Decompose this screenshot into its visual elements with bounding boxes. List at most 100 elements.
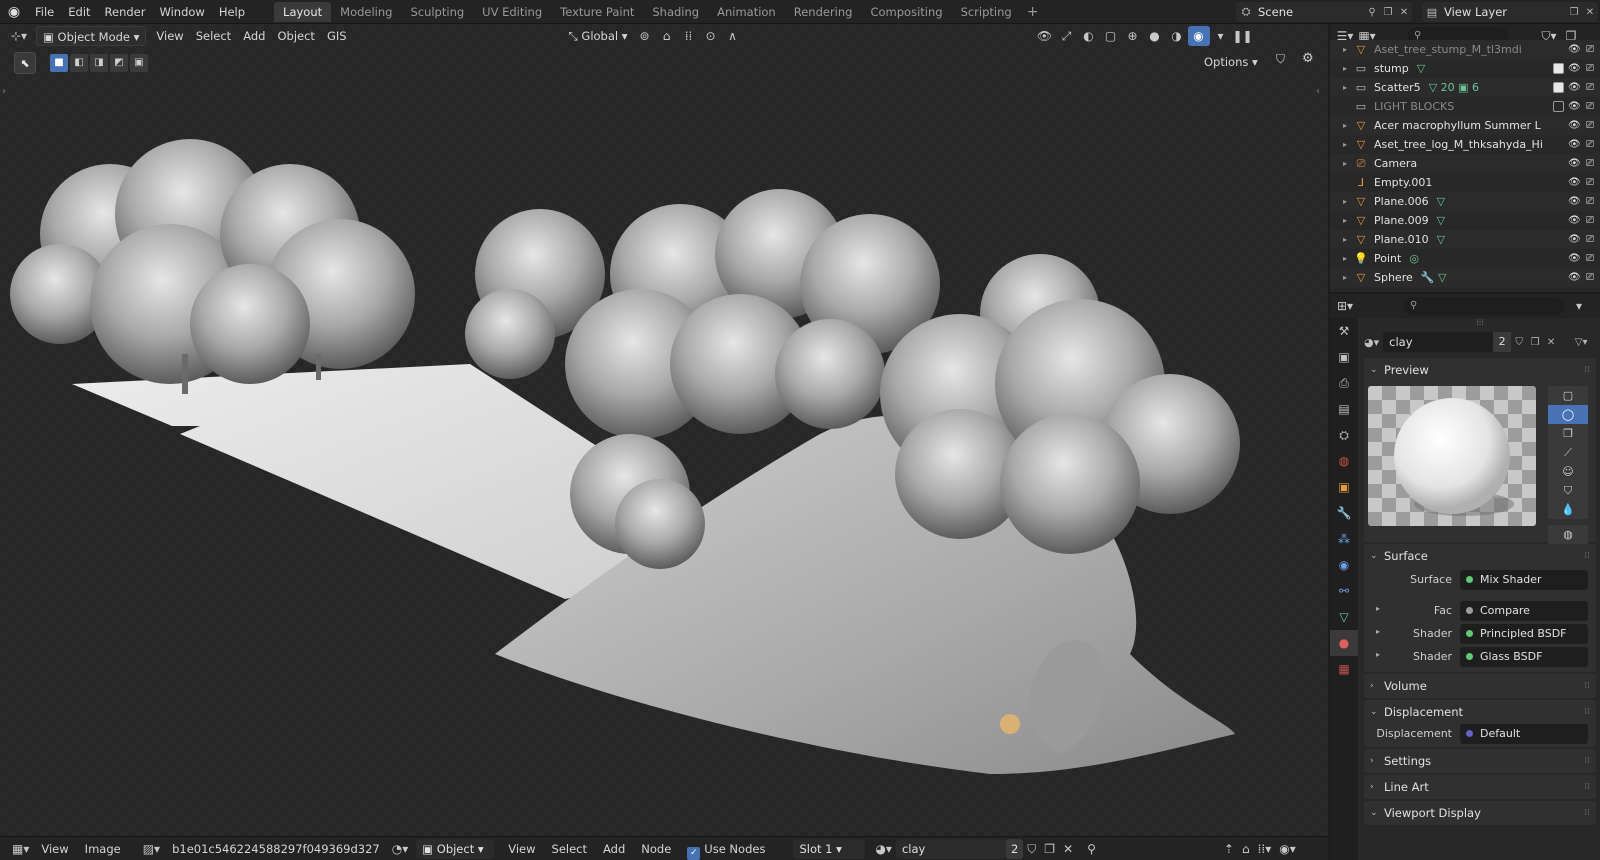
disclosure-arrow-icon[interactable]: ▸ [1338, 140, 1352, 149]
outliner-item-name[interactable]: Acer macrophyllum Summer L [1374, 119, 1541, 132]
displacement-panel-header[interactable]: ⌄ Displacement ⁞⁞ [1364, 700, 1596, 724]
slot-type-icon[interactable]: ◔▾ [388, 837, 413, 860]
outliner-row[interactable]: ▸ ▽ Plane.006 ▽ 👁 ⎚ [1330, 192, 1600, 211]
camera-render-icon[interactable]: ⎚ [1584, 177, 1596, 188]
wireframe-shading-icon[interactable]: ⊕ [1122, 26, 1144, 46]
image-browse-icon[interactable]: ▨▾ [139, 837, 164, 860]
outliner-row[interactable]: ▸ ▽ Aset_tree_log_M_thksahyda_Hi 👁 ⎚ [1330, 135, 1600, 154]
object-tab-icon[interactable]: ▣ [1330, 474, 1358, 500]
camera-render-icon[interactable]: ⎚ [1584, 234, 1596, 245]
viewport-menu-object[interactable]: Object [271, 26, 320, 46]
disclosure-arrow-icon[interactable]: ▸ [1338, 64, 1352, 73]
snap-icon[interactable]: ⌂ [656, 26, 678, 46]
image-name[interactable]: b1e01c546224588297f049369d327 [164, 837, 388, 860]
disclosure-arrow-icon[interactable]: ▸ [1338, 216, 1352, 225]
grip-icon[interactable]: ⁞⁞ [1584, 700, 1590, 724]
proportional-edit-icon[interactable]: ⊙ [700, 26, 722, 46]
outliner-item-name[interactable]: Camera [1374, 157, 1417, 170]
viewport-menu-add[interactable]: Add [237, 26, 271, 46]
pause-render-icon[interactable]: ❚❚ [1232, 26, 1254, 46]
outliner-row[interactable]: ▸ ▽ Plane.010 ▽ 👁 ⎚ [1330, 230, 1600, 249]
disclosure-arrow-icon[interactable]: ▸ [1338, 121, 1352, 130]
material-field[interactable]: clay [895, 838, 1006, 859]
preview-hair-icon[interactable]: ⟋ [1548, 443, 1588, 462]
overlay-icon[interactable]: ◐ [1078, 26, 1100, 46]
world-tab-icon[interactable]: ◍ [1330, 448, 1358, 474]
disclosure-arrow-icon[interactable]: ▸ [1376, 627, 1380, 636]
disclosure-arrow-icon[interactable]: ▸ [1376, 650, 1380, 659]
tab-sculpting[interactable]: Sculpting [401, 2, 473, 22]
disclosure-arrow-icon[interactable]: ▸ [1338, 254, 1352, 263]
scene-name[interactable]: Scene [1256, 5, 1364, 19]
node-menu-view[interactable]: View [500, 837, 543, 860]
preview-panel-header[interactable]: ⌄ Preview ⁞⁞ [1364, 358, 1596, 382]
duplicate-icon[interactable]: ❐ [1380, 7, 1396, 18]
slot-selector[interactable]: Slot 1 ▾ [793, 838, 866, 859]
shading-options-icon[interactable]: ▾ [1210, 26, 1232, 46]
data-icon[interactable]: ▽ [1437, 195, 1445, 208]
add-workspace-icon[interactable]: + [1021, 4, 1045, 20]
outliner-row[interactable]: ▭ LIGHT BLOCKS 👁 ⎚ [1330, 97, 1600, 116]
view-layer-selector[interactable]: ▤ View Layer ❐ ✕ [1422, 2, 1598, 22]
object-selector[interactable]: ▣ Object ▾ [416, 838, 495, 859]
material-users-count[interactable]: 2 [1005, 838, 1024, 859]
pin-icon[interactable]: ⚲ [1364, 7, 1380, 18]
viewport-display-panel-header[interactable]: ⌄ Viewport Display ⁞⁞ [1364, 801, 1596, 825]
node-tree-icon[interactable]: ▽▾ [1573, 337, 1589, 348]
data-icon[interactable]: 🔧 ▽ [1421, 271, 1447, 284]
material-name-field[interactable]: clay [1383, 332, 1494, 352]
camera-render-icon[interactable]: ⎚ [1584, 44, 1596, 55]
material-users-count[interactable]: 2 [1493, 332, 1512, 352]
preview-sphere-large-icon[interactable]: 💧 [1548, 500, 1588, 519]
tab-compositing[interactable]: Compositing [861, 2, 951, 22]
pivot-icon[interactable]: ⊚ [634, 26, 656, 46]
menu-render[interactable]: Render [98, 0, 153, 24]
grip-icon[interactable]: ⁞⁞ [1584, 801, 1590, 825]
surface-row-value[interactable]: Principled BSDF [1460, 623, 1588, 644]
exclude-checkbox[interactable] [1553, 63, 1564, 74]
camera-render-icon[interactable]: ⎚ [1584, 82, 1596, 93]
fake-user-icon[interactable]: ⛉ [1511, 337, 1527, 348]
fake-user-icon[interactable]: ⛉ [1023, 837, 1040, 860]
image-menu-view[interactable]: View [33, 837, 76, 860]
material-shading-icon[interactable]: ◑ [1166, 26, 1188, 46]
data-icon[interactable]: ◎ [1409, 252, 1419, 265]
outliner-row[interactable]: ▸ ▭ Scatter5 ▽ 20 ▣ 6 👁 ⎚ [1330, 78, 1600, 97]
eye-icon[interactable]: 👁 [1568, 234, 1581, 245]
grip-icon[interactable]: ⁞⁞ [1584, 775, 1590, 799]
camera-render-icon[interactable]: ⎚ [1584, 215, 1596, 226]
outliner-item-name[interactable]: LIGHT BLOCKS [1374, 100, 1454, 113]
tab-modeling[interactable]: Modeling [331, 2, 401, 22]
camera-render-icon[interactable]: ⎚ [1584, 101, 1596, 112]
scene-selector[interactable]: ⛭ Scene ⚲ ❐ ✕ [1236, 2, 1412, 22]
camera-render-icon[interactable]: ⎚ [1584, 63, 1596, 74]
exclude-checkbox[interactable] [1553, 101, 1564, 112]
displacement-value[interactable]: Default [1460, 723, 1588, 744]
disclosure-arrow-icon[interactable]: ▸ [1338, 159, 1352, 168]
constraints-tab-icon[interactable]: ⚯ [1330, 578, 1358, 604]
settings-panel-header[interactable]: › Settings ⁞⁞ [1364, 749, 1596, 773]
eye-icon[interactable]: 👁 [1568, 158, 1581, 169]
unlink-icon[interactable]: ✕ [1059, 837, 1077, 860]
exclude-checkbox[interactable] [1553, 82, 1564, 93]
outliner-item-name[interactable]: Plane.006 [1374, 195, 1429, 208]
data-icon[interactable]: ▽ 20 ▣ 6 [1429, 81, 1479, 94]
view-layer-name[interactable]: View Layer [1442, 5, 1566, 19]
outliner-item-name[interactable]: Point [1374, 252, 1401, 265]
disclosure-arrow-icon[interactable]: ▸ [1338, 235, 1352, 244]
grip-icon[interactable]: ⁞⁞ [1584, 358, 1590, 382]
duplicate-icon[interactable]: ❐ [1040, 837, 1059, 860]
node-menu-node[interactable]: Node [633, 837, 679, 860]
outliner-row[interactable]: ⅃ Empty.001 👁 ⎚ [1330, 173, 1600, 192]
view-layer-tab-icon[interactable]: ▤ [1330, 396, 1358, 422]
preview-cube-icon[interactable]: ❒ [1548, 424, 1588, 443]
xray-icon[interactable]: ▢ [1100, 26, 1122, 46]
preview-fluid-icon[interactable]: ⛉ [1548, 481, 1588, 500]
eye-icon[interactable]: 👁 [1568, 196, 1581, 207]
tab-scripting[interactable]: Scripting [952, 2, 1021, 22]
camera-render-icon[interactable]: ⎚ [1584, 139, 1596, 150]
outliner-row[interactable]: ▸ 💡 Point ◎ 👁 ⎚ [1330, 249, 1600, 268]
pin-icon[interactable]: ⚲ [1083, 837, 1100, 860]
data-tab-icon[interactable]: ▽ [1330, 604, 1358, 630]
surface-row-value[interactable]: Glass BSDF [1460, 646, 1588, 667]
